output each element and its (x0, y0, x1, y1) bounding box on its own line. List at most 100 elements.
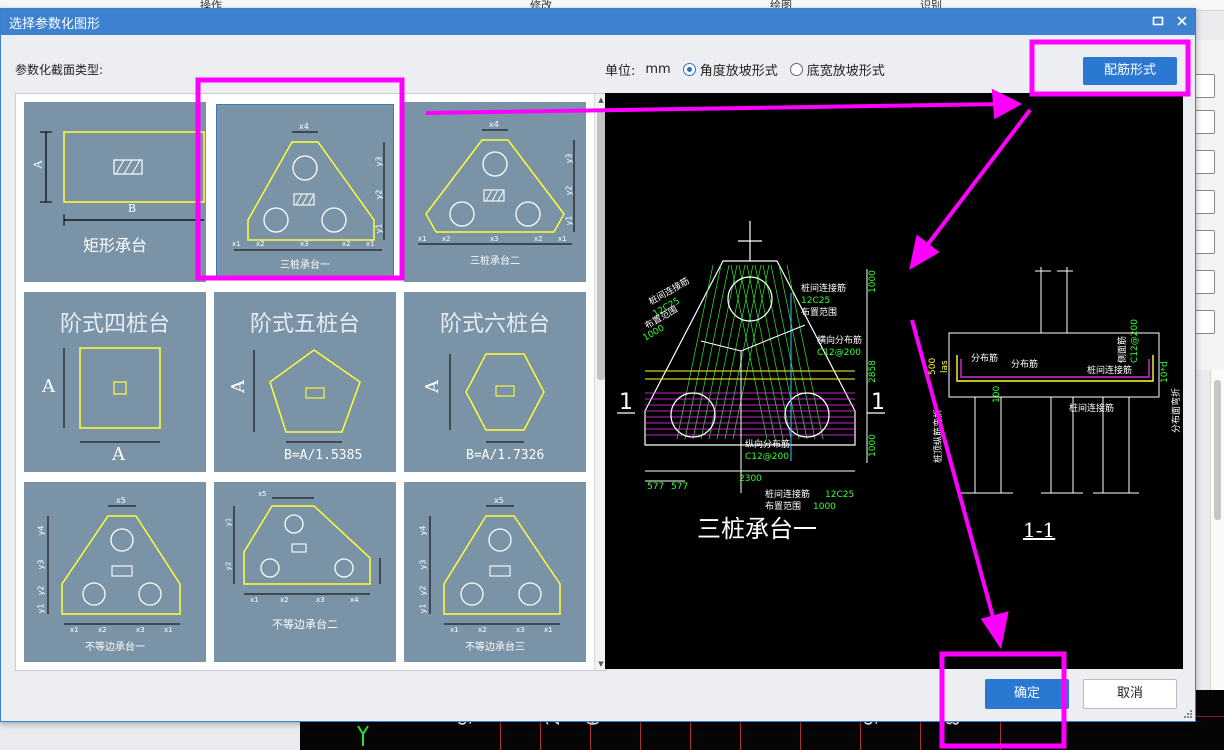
tile-formula: B=A/1.5385 (284, 448, 363, 463)
shape-thumbnail-grid: A B 矩形承台 x4 y3 y2 y1 x1 x2 x3 x2 x1 三桩承台… (15, 93, 607, 671)
background-tool-icon[interactable] (1193, 74, 1215, 98)
background-tool-icon[interactable] (1193, 310, 1215, 334)
dim-x1: x1 (164, 626, 173, 634)
unequal-cap-3-drawing (429, 505, 561, 625)
three-pile-cap-preview-drawing: 1 1 桩间连接筋 12C25 布置范围 1000 桩间连接筋 12C25 布置… (617, 221, 1182, 543)
background-tool-icon[interactable] (1193, 150, 1215, 174)
section-dist-2: 分布筋 (1011, 358, 1038, 370)
tile-caption: 不等边承台二 (272, 618, 338, 631)
unit-value: mm (645, 62, 671, 77)
dim-x3: x3 (316, 596, 325, 604)
background-scrollbar[interactable] (1210, 370, 1224, 690)
cancel-button[interactable]: 取消 (1083, 679, 1177, 709)
rebar-form-button[interactable]: 配筋形式 (1083, 57, 1177, 85)
dim-x1: x1 (366, 240, 375, 248)
tile-stepped-six-pile[interactable]: 阶式六桩台 A B=A/1.7326 (404, 292, 586, 472)
tile-unequal-cap-3[interactable]: x5 y4 y3 y2 y1 x1 x2 x3 x1 不等边承台三 (404, 482, 586, 662)
label-transverse-dist: 横向分布筋 (817, 334, 862, 346)
section-dist-1: 分布筋 (971, 352, 998, 364)
tile-unequal-cap-2[interactable]: x5 y1 y2 x1 x2 x3 x4 不等边承台二 (214, 482, 396, 662)
dim-y1: y1 (418, 603, 428, 614)
label-pile-rebar-3: 桩间连接筋 (765, 488, 810, 500)
radio-width-slope-label[interactable]: 底宽放坡形式 (807, 60, 885, 79)
label-layout-range-3: 布置范围 (765, 500, 801, 512)
section-type-label: 参数化截面类型: (15, 63, 104, 77)
select-parametric-shape-dialog: 选择参数化图形 参数化截面类型: 单位: mm 角度放坡形式 底宽放坡形式 配筋… (0, 8, 1196, 722)
dim-a-label: A (31, 160, 45, 169)
dim-x3: x3 (136, 626, 145, 634)
dim-x1: x1 (544, 626, 553, 634)
dim-y2: y2 (418, 585, 428, 596)
dim-y2: y2 (36, 585, 46, 596)
tile-stepped-four-pile[interactable]: 阶式四桩台 A A (24, 292, 206, 472)
dim-2300: 2300 (739, 474, 762, 484)
dim-x1: x1 (70, 626, 79, 634)
section-pile-rebar-2: 桩间连接筋 (1069, 402, 1114, 414)
tile-three-pile-cap-1[interactable]: x4 y3 y2 y1 x1 x2 x3 x2 x1 三桩承台一 (214, 102, 396, 282)
dialog-titlebar[interactable]: 选择参数化图形 (1, 9, 1195, 35)
dim-y3: y3 (36, 559, 46, 570)
dim-y3: y3 (418, 559, 428, 570)
background-tool-icon[interactable] (1193, 190, 1215, 214)
preview-title-section: 1-1 (1023, 518, 1055, 542)
label-transverse-dist-spec: C12@200 (817, 348, 861, 358)
label-longitudinal-dist-spec: C12@200 (745, 452, 789, 462)
dim-a-label: A (112, 444, 125, 465)
background-tool-icon[interactable] (1193, 230, 1215, 254)
radio-angle-slope-label[interactable]: 角度放坡形式 (700, 60, 778, 79)
dim-x4: x4 (299, 122, 309, 131)
radio-width-slope[interactable] (789, 63, 803, 76)
resize-grip-icon[interactable] (1183, 709, 1193, 719)
dim-y2: y2 (374, 189, 384, 200)
dim-x2: x2 (342, 240, 351, 248)
dim-y4: y4 (418, 525, 428, 536)
section-side-spec: C12@200 (1130, 319, 1140, 363)
dim-a-label: A (422, 380, 443, 393)
maximize-icon[interactable] (1149, 12, 1167, 30)
dim-x2: x2 (534, 235, 543, 243)
dim-y4: y4 (36, 525, 46, 536)
background-scroll-thumb[interactable] (1214, 380, 1221, 520)
dim-x4: x4 (489, 120, 499, 129)
dim-x1: x1 (232, 240, 241, 248)
scroll-thumb[interactable] (597, 110, 605, 380)
section-pile-anchor: 桩顶纵筋弯折 (932, 409, 944, 463)
background-tool-icon[interactable] (1193, 110, 1215, 134)
dim-x2: x2 (256, 240, 265, 248)
dim-x3: x3 (300, 240, 309, 248)
dim-x3: x3 (490, 235, 499, 243)
section-dist-bend: 分布面弯折 (1170, 388, 1182, 433)
dim-a-label: A (228, 380, 249, 393)
dim-100: 100 (992, 386, 1002, 403)
dim-500: 500 (928, 358, 938, 375)
background-tool-icon[interactable] (1193, 270, 1215, 294)
dim-x2: x2 (98, 626, 107, 634)
dim-b-label: B (128, 202, 137, 215)
dim-a-label: A (42, 376, 55, 397)
dim-y1: y1 (36, 603, 46, 614)
dim-577-a: 577 (647, 482, 664, 492)
dim-10d: 10*d (1160, 361, 1170, 383)
tile-stepped-five-pile[interactable]: 阶式五桩台 A B=A/1.5385 (214, 292, 396, 472)
dim-las: las (940, 360, 950, 373)
tile-rect-cap[interactable]: A B 矩形承台 (24, 102, 206, 282)
tile-unequal-cap-1[interactable]: x5 y4 y3 y2 y1 x1 x2 x3 x1 不等边承台一 (24, 482, 206, 662)
close-icon[interactable] (1173, 12, 1191, 30)
dim-y3: y3 (564, 153, 574, 164)
dim-y2: y2 (564, 185, 574, 196)
label-pile-rebar-2: 桩间连接筋 (801, 282, 846, 294)
radio-angle-slope[interactable] (682, 63, 696, 76)
dim-y1: y1 (564, 215, 574, 226)
dim-y1: y1 (374, 223, 384, 234)
preview-title-main: 三桩承台一 (697, 515, 817, 543)
section-side-face: 侧面筋 (1116, 336, 1128, 363)
dim-x5: x5 (258, 490, 267, 498)
unequal-cap-1-drawing (47, 505, 181, 625)
dialog-title: 选择参数化图形 (9, 17, 101, 32)
shape-preview-panel: 1 1 桩间连接筋 12C25 布置范围 1000 桩间连接筋 12C25 布置… (605, 93, 1183, 669)
unequal-cap-2-drawing (233, 497, 381, 595)
ok-button[interactable]: 确定 (985, 679, 1069, 709)
tile-three-pile-cap-2[interactable]: x4 y3 y2 y1 x1 x2 x3 x2 x1 三桩承台二 (404, 102, 586, 282)
tile-formula: B=A/1.7326 (466, 448, 545, 463)
tile-caption: 三桩承台一 (280, 260, 330, 271)
